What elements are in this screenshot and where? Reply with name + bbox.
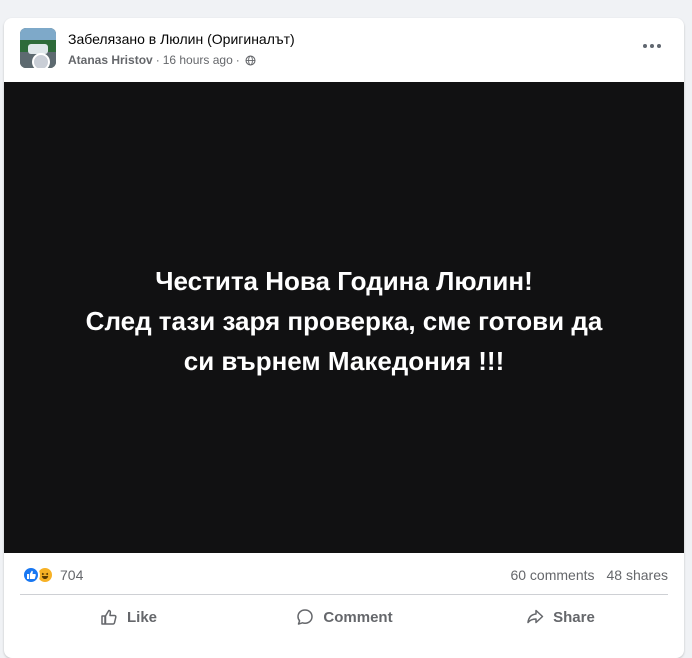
reaction-count: 704 [60,567,84,583]
post-image[interactable]: Честита Нова Година Люлин! След тази зар… [4,82,684,553]
like-button[interactable]: Like [20,598,236,636]
divider [20,594,668,595]
engagement-counts: 60 comments 48 shares [498,567,668,583]
thumbs-up-icon [101,609,117,625]
post-meta: Atanas Hristov · 16 hours ago · [68,53,256,67]
group-avatar[interactable] [20,28,56,68]
share-label: Share [553,608,595,626]
author-name-link[interactable]: Atanas Hristov [68,53,153,67]
comment-button[interactable]: Comment [236,598,452,636]
meta-separator: · [235,53,240,67]
image-text-line: След тази заря проверка, сме готови да [85,305,603,336]
image-text-line: си върнем Македония !!! [183,345,505,376]
like-reaction-icon [22,566,40,584]
image-text: Честита Нова Година Люлин! След тази зар… [86,261,603,381]
comment-icon [297,609,314,625]
group-name-link[interactable]: Забелязано в Люлин (Оригиналът) [68,31,295,47]
post-stats: 704 60 comments 48 shares [4,563,684,589]
meta-separator: · [155,53,160,67]
comments-count-link[interactable]: 60 comments [510,567,594,583]
post-timestamp[interactable]: 16 hours ago [163,53,233,67]
shares-count-link[interactable]: 48 shares [607,567,668,583]
post-header: Забелязано в Люлин (Оригиналът) Atanas H… [4,18,684,82]
comment-label: Comment [323,608,393,626]
post-card: Забелязано в Люлин (Оригиналът) Atanas H… [4,18,684,658]
share-icon [527,609,544,624]
image-text-line: Честита Нова Година Люлин! [155,265,533,296]
share-button[interactable]: Share [452,598,668,636]
more-options-icon[interactable] [638,34,666,58]
globe-icon[interactable] [245,54,256,66]
like-label: Like [126,608,157,626]
action-bar: Like Comment Share [20,598,668,636]
reactions-summary[interactable]: 704 [22,566,83,584]
author-avatar[interactable] [32,53,50,68]
